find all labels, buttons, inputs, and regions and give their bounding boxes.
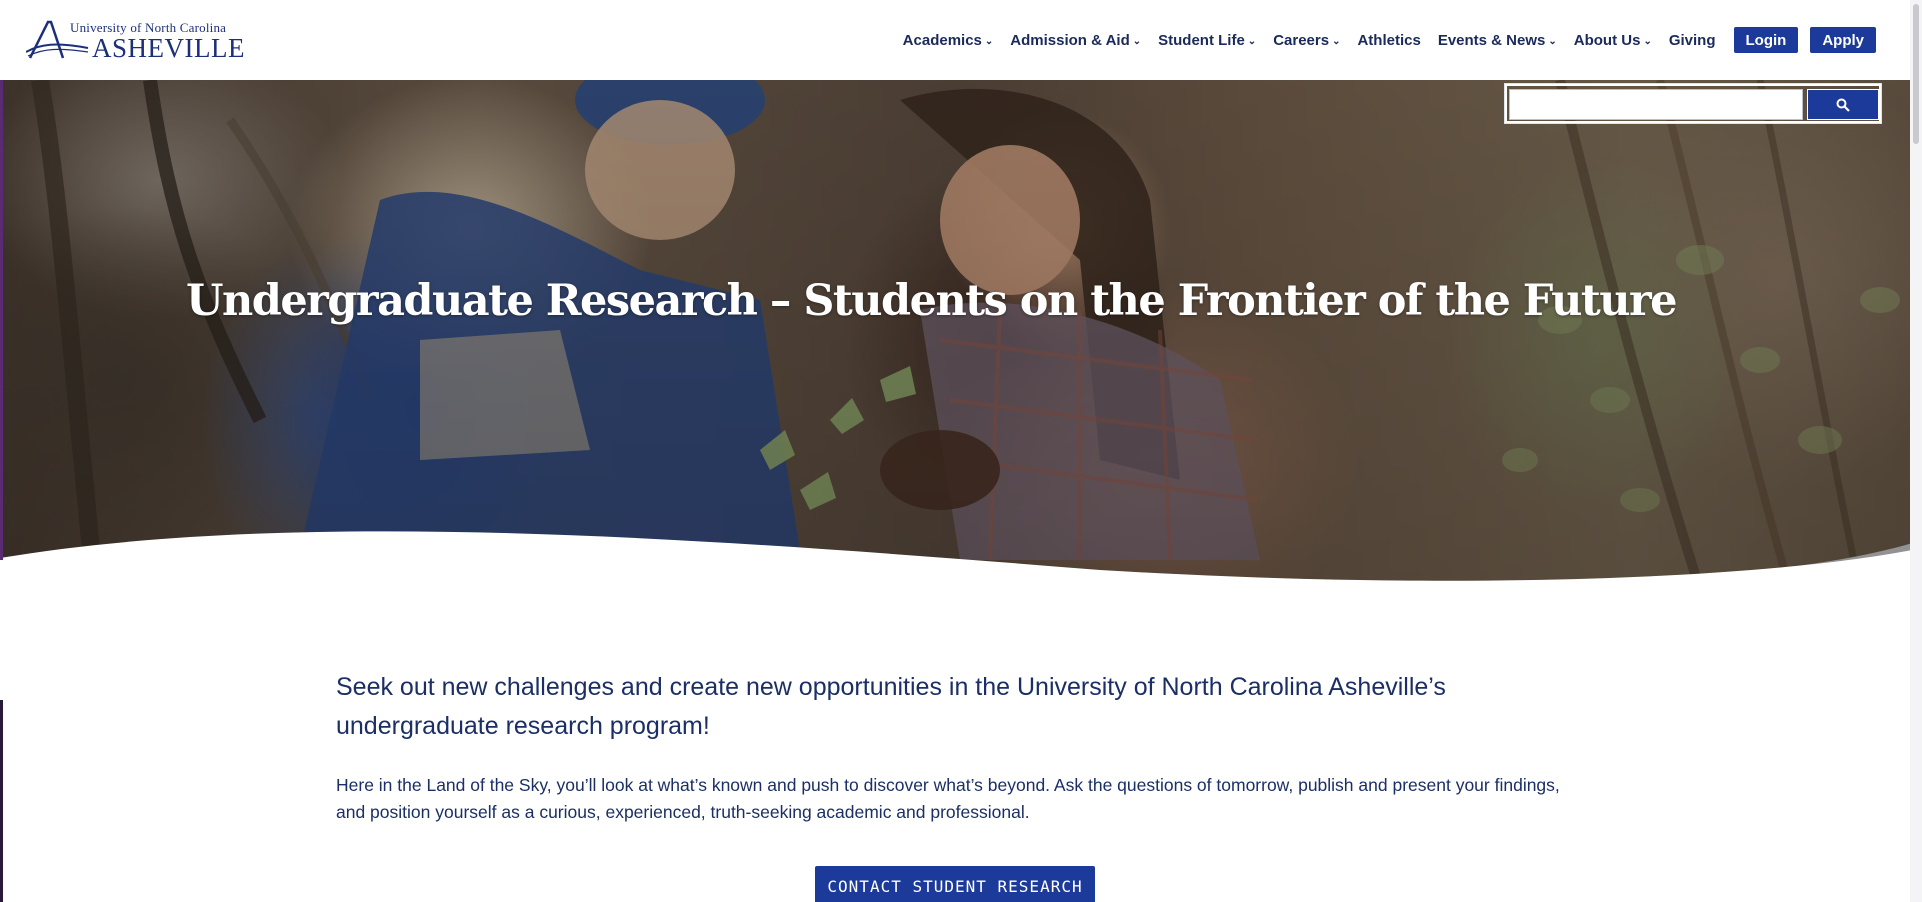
- hero-title: Undergraduate Research – Students on the…: [186, 276, 1677, 326]
- contact-student-research-button[interactable]: CONTACT STUDENT RESEARCH: [815, 866, 1095, 902]
- university-logo[interactable]: University of North Carolina ASHEVILLE: [26, 18, 244, 64]
- search-button[interactable]: [1807, 89, 1879, 120]
- nav-label: Giving: [1668, 31, 1716, 49]
- chevron-down-icon: ⌄: [1548, 35, 1557, 47]
- nav-label: About Us: [1573, 31, 1641, 49]
- chevron-down-icon: ⌄: [1132, 35, 1142, 47]
- nav-academics[interactable]: Academics ⌄: [903, 32, 994, 49]
- site-search: [1504, 83, 1882, 124]
- nav-about-us[interactable]: About Us ⌄: [1574, 32, 1652, 49]
- nav-label: Academics: [902, 31, 982, 49]
- nav-label: Careers: [1273, 31, 1330, 49]
- main-content: Seek out new challenges and create new o…: [336, 668, 1586, 826]
- chevron-down-icon: ⌄: [1643, 35, 1652, 47]
- apply-button[interactable]: Apply: [1810, 27, 1876, 53]
- login-button[interactable]: Login: [1733, 27, 1799, 53]
- lead-paragraph: Seek out new challenges and create new o…: [336, 673, 1446, 740]
- nav-label: Student Life: [1158, 31, 1245, 49]
- body-paragraph: Here in the Land of the Sky, you’ll look…: [336, 775, 1560, 822]
- nav-student-life[interactable]: Student Life ⌄: [1158, 32, 1256, 49]
- hero-overlay: [0, 80, 1922, 590]
- hero-wave-divider: [0, 531, 1922, 620]
- chevron-down-icon: ⌄: [1332, 35, 1341, 47]
- logo-asheville-line: ASHEVILLE: [92, 33, 245, 63]
- search-icon: [1836, 98, 1850, 112]
- nav-label: Events & News: [1437, 31, 1546, 49]
- nav-athletics[interactable]: Athletics: [1357, 32, 1420, 49]
- hero-banner: Undergraduate Research – Students on the…: [0, 80, 1922, 590]
- window-left-edge: [0, 0, 3, 902]
- scrollbar-thumb[interactable]: [1913, 4, 1919, 144]
- nav-admission-aid[interactable]: Admission & Aid ⌄: [1010, 32, 1141, 49]
- nav-careers[interactable]: Careers ⌄: [1273, 32, 1340, 49]
- main-nav: Academics ⌄ Admission & Aid ⌄ Student Li…: [886, 27, 1876, 53]
- chevron-down-icon: ⌄: [1247, 35, 1257, 47]
- nav-events-news[interactable]: Events & News ⌄: [1438, 32, 1557, 49]
- scrollbar[interactable]: [1910, 0, 1922, 902]
- chevron-down-icon: ⌄: [984, 35, 994, 47]
- site-header: University of North Carolina ASHEVILLE A…: [0, 0, 1922, 80]
- nav-label: Admission & Aid: [1010, 31, 1130, 49]
- nav-giving[interactable]: Giving: [1669, 32, 1716, 49]
- nav-label: Athletics: [1357, 31, 1421, 49]
- search-input[interactable]: [1509, 89, 1803, 120]
